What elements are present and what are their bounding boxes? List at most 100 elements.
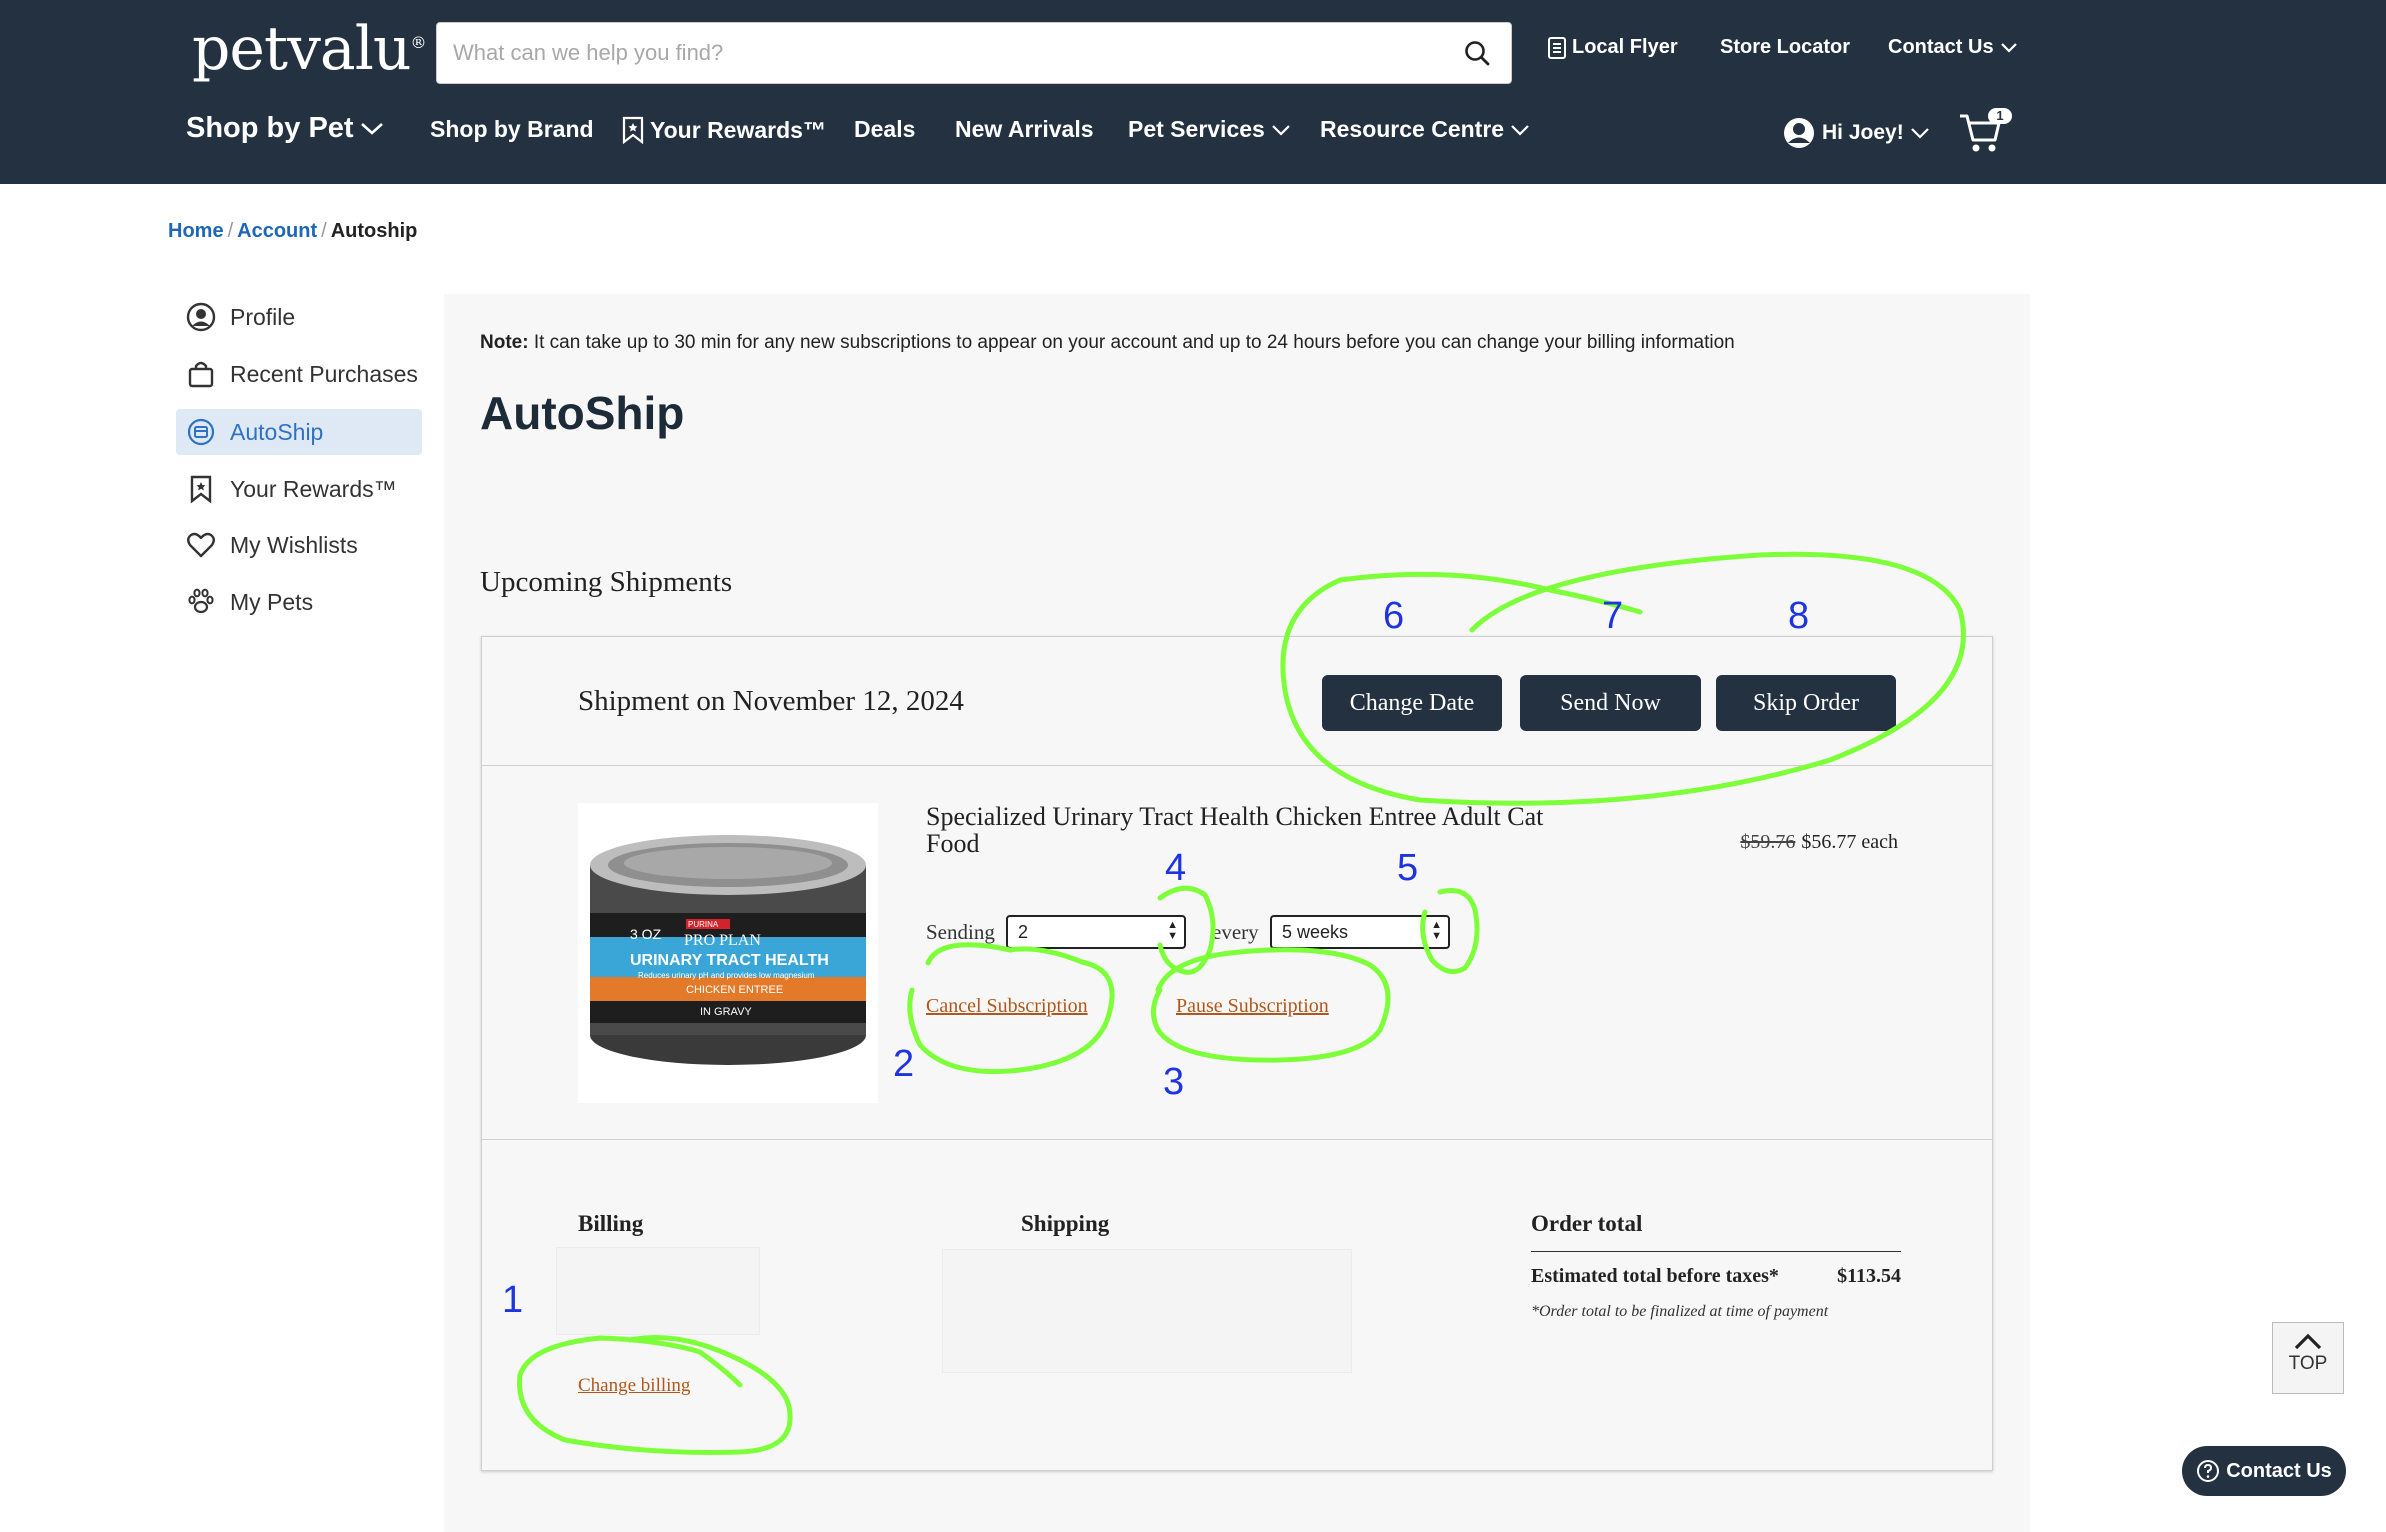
can-flavor-line-1: CHICKEN ENTREE xyxy=(686,984,783,996)
skip-order-button[interactable]: Skip Order xyxy=(1716,675,1896,731)
autoship-icon xyxy=(187,418,215,446)
nav-pet-services[interactable]: Pet Services xyxy=(1128,116,1291,143)
select-arrows-icon: ▲ ▼ xyxy=(1431,919,1442,942)
select-arrows-icon: ▲ ▼ xyxy=(1167,919,1178,942)
can-product-line: URINARY TRACT HEALTH xyxy=(630,952,829,969)
chevron-down-icon xyxy=(2000,42,2017,53)
breadcrumb-home[interactable]: Home xyxy=(168,220,224,242)
section-title: Upcoming Shipments xyxy=(480,566,733,598)
change-billing-link[interactable]: Change billing xyxy=(578,1375,690,1397)
rewards-bookmark-icon xyxy=(622,116,644,144)
nav-shop-by-brand-label: Shop by Brand xyxy=(430,116,594,142)
user-avatar-icon xyxy=(1784,118,1814,148)
bookmark-icon xyxy=(190,475,212,504)
order-total-note: *Order total to be finalized at time of … xyxy=(1531,1303,1829,1320)
change-date-button[interactable]: Change Date xyxy=(1322,675,1502,731)
sidebar-item-my-pets[interactable]: My Pets xyxy=(176,579,422,625)
profile-icon xyxy=(186,302,216,332)
order-total-heading: Order total xyxy=(1531,1211,1643,1236)
back-to-top-button[interactable]: TOP xyxy=(2272,1322,2344,1394)
nav-new-arrivals[interactable]: New Arrivals xyxy=(955,116,1094,143)
product-name[interactable]: Specialized Urinary Tract Health Chicken… xyxy=(926,803,1546,857)
contact-us-label: Contact Us xyxy=(1888,36,1994,58)
account-greeting: Hi Joey! xyxy=(1822,121,1904,144)
sidebar-item-profile[interactable]: Profile xyxy=(176,294,422,340)
petvalu-logo[interactable]: petvalu® xyxy=(192,14,427,84)
paw-icon xyxy=(188,588,214,614)
contact-us-floating-label: Contact Us xyxy=(2226,1459,2332,1482)
nav-your-rewards[interactable]: Your Rewards™ xyxy=(622,116,826,144)
sending-label: Sending xyxy=(926,920,995,944)
sidebar-item-your-rewards[interactable]: Your Rewards™ xyxy=(176,466,422,512)
sidebar-item-label: Recent Purchases xyxy=(230,360,418,387)
product-price: $59.76 $56.77 each xyxy=(1740,831,1898,854)
product-image[interactable]: 3 OZ PURINA PRO PLAN URINARY TRACT HEALT… xyxy=(578,803,878,1103)
billing-heading: Billing xyxy=(578,1211,644,1236)
divider xyxy=(482,1139,1992,1140)
breadcrumb-current: Autoship xyxy=(330,220,418,242)
nav-deals-label: Deals xyxy=(854,116,916,142)
nav-new-arrivals-label: New Arrivals xyxy=(955,116,1094,142)
pause-subscription-link[interactable]: Pause Subscription xyxy=(1176,995,1329,1018)
divider xyxy=(482,765,1992,766)
nav-resource-centre[interactable]: Resource Centre xyxy=(1320,116,1530,143)
local-flyer-link[interactable]: Local Flyer xyxy=(1548,36,1678,59)
nav-deals[interactable]: Deals xyxy=(854,116,915,143)
account-menu[interactable]: Hi Joey! xyxy=(1782,116,1930,150)
nav-resource-centre-label: Resource Centre xyxy=(1320,116,1505,142)
order-total-value: $113.54 xyxy=(1837,1265,1901,1287)
breadcrumb-account[interactable]: Account xyxy=(237,220,317,242)
sidebar-item-label: My Pets xyxy=(230,588,314,615)
search-bar xyxy=(436,22,1512,84)
sidebar-item-autoship[interactable]: AutoShip xyxy=(176,409,422,455)
chevron-down-icon xyxy=(1511,124,1529,136)
shipping-info-box xyxy=(942,1249,1352,1373)
store-locator-link[interactable]: Store Locator xyxy=(1720,36,1850,59)
frequency-select[interactable]: 5 weeks ▲ ▼ xyxy=(1270,915,1450,949)
can-size: 3 OZ xyxy=(630,926,662,942)
store-locator-label: Store Locator xyxy=(1720,36,1851,58)
flyer-icon xyxy=(1548,36,1566,59)
nav-shop-by-pet-label: Shop by Pet xyxy=(186,112,354,144)
sidebar-item-recent-purchases[interactable]: Recent Purchases xyxy=(176,351,422,397)
page-title: AutoShip xyxy=(480,387,685,439)
contact-us-floating-button[interactable]: Contact Us xyxy=(2182,1446,2346,1496)
frequency-value: 5 weeks xyxy=(1282,922,1349,942)
chevron-down-icon xyxy=(1272,124,1290,136)
breadcrumb: Home / Account / Autoship xyxy=(168,220,418,242)
nav-shop-by-pet[interactable]: Shop by Pet xyxy=(186,112,384,145)
can-subtext: Reduces urinary pH and provides low magn… xyxy=(638,971,815,980)
cancel-subscription-link[interactable]: Cancel Subscription xyxy=(926,995,1088,1018)
can-flavor-line-2: IN GRAVY xyxy=(700,1006,752,1018)
note-text: It can take up to 30 min for any new sub… xyxy=(528,332,1735,353)
cat-food-can-image: 3 OZ PURINA PRO PLAN URINARY TRACT HEALT… xyxy=(590,835,866,1065)
contact-us-menu[interactable]: Contact Us xyxy=(1888,36,2018,59)
back-to-top-label: TOP xyxy=(2288,1353,2328,1374)
shopping-bag-icon xyxy=(188,361,214,388)
order-total-row: Estimated total before taxes* $113.54 xyxy=(1531,1265,1901,1288)
info-note: Note: It can take up to 30 min for any n… xyxy=(480,332,1735,354)
shipment-date: Shipment on November 12, 2024 xyxy=(578,685,964,717)
quantity-value: 2 xyxy=(1018,922,1029,942)
sidebar-item-label: Profile xyxy=(230,303,296,330)
search-icon[interactable] xyxy=(1463,39,1491,67)
send-now-button[interactable]: Send Now xyxy=(1520,675,1701,731)
sidebar-item-label: AutoShip xyxy=(230,418,324,445)
nav-shop-by-brand[interactable]: Shop by Brand xyxy=(430,116,594,143)
billing-info-box xyxy=(556,1247,760,1335)
original-price: $59.76 xyxy=(1740,831,1796,853)
help-circle-icon xyxy=(2197,1460,2220,1482)
quantity-select[interactable]: 2 ▲ ▼ xyxy=(1006,915,1186,949)
every-label: every xyxy=(1212,920,1259,944)
sidebar-item-my-wishlists[interactable]: My Wishlists xyxy=(176,522,422,568)
shipment-card: Shipment on November 12, 2024 Change Dat… xyxy=(481,636,1993,1471)
chevron-down-icon xyxy=(360,122,383,135)
can-brand: PRO PLAN xyxy=(684,932,761,949)
heart-icon xyxy=(187,532,215,558)
site-header: petvalu® Local Flyer Store Locator Conta… xyxy=(0,0,2386,184)
note-label: Note: xyxy=(480,332,529,353)
sidebar-item-label: Your Rewards™ xyxy=(230,475,397,502)
order-total-label: Estimated total before taxes* xyxy=(1531,1265,1779,1287)
search-input[interactable] xyxy=(453,23,1433,83)
shipping-heading: Shipping xyxy=(1021,1211,1110,1236)
